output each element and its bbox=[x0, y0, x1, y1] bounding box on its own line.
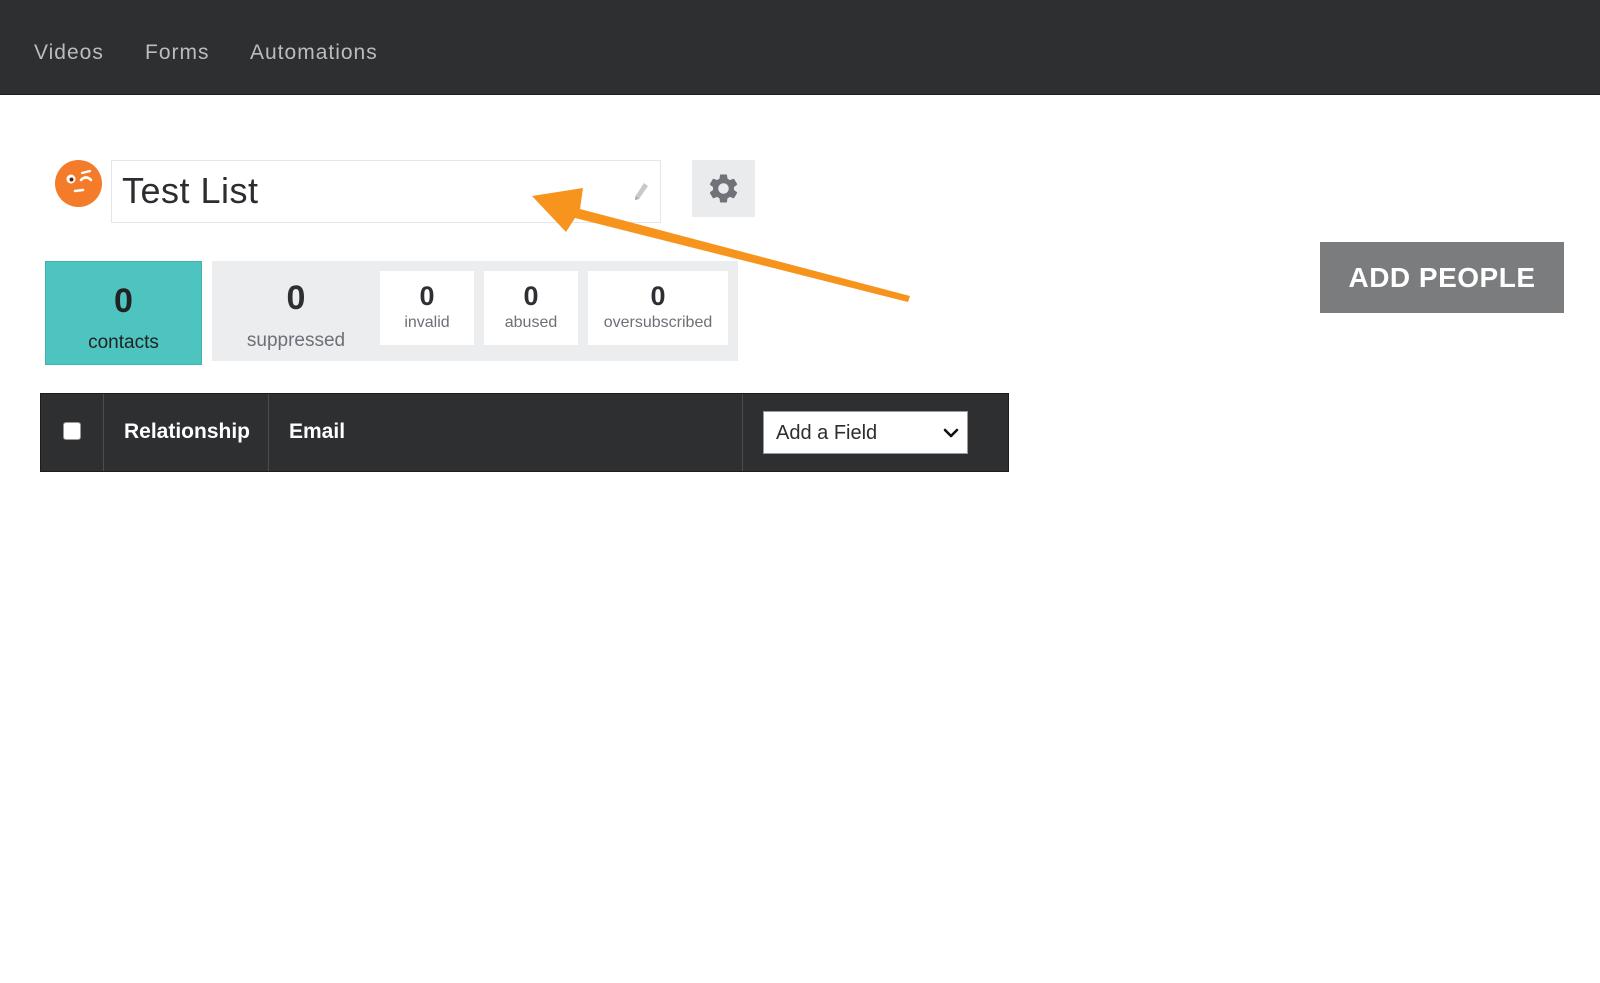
stat-suppressed[interactable]: 0 suppressed bbox=[212, 261, 380, 361]
nav-item-automations[interactable]: Automations bbox=[250, 41, 378, 65]
add-people-button[interactable]: ADD PEOPLE bbox=[1320, 242, 1564, 313]
gear-icon bbox=[709, 174, 738, 203]
contacts-label: contacts bbox=[88, 332, 159, 353]
chevron-down-icon bbox=[943, 428, 959, 438]
column-label-email: Email bbox=[289, 420, 346, 443]
nav-item-videos[interactable]: Videos bbox=[34, 41, 104, 65]
stat-oversubscribed[interactable]: 0 oversubscribed bbox=[588, 271, 728, 345]
settings-button[interactable] bbox=[692, 160, 755, 217]
invalid-label: invalid bbox=[404, 314, 450, 331]
oversubscribed-label: oversubscribed bbox=[603, 314, 713, 331]
invalid-count: 0 bbox=[419, 281, 435, 311]
suppressed-count: 0 bbox=[286, 279, 306, 317]
top-nav: Videos Forms Automations bbox=[0, 0, 1600, 95]
contacts-count: 0 bbox=[114, 282, 133, 320]
add-field-select[interactable]: Add a Field bbox=[763, 411, 968, 454]
list-title-field[interactable]: Test List bbox=[111, 160, 661, 223]
nav-item-forms[interactable]: Forms bbox=[145, 41, 210, 65]
list-title: Test List bbox=[122, 170, 259, 211]
abused-count: 0 bbox=[523, 281, 539, 311]
select-all-checkbox[interactable] bbox=[63, 422, 81, 440]
winking-face-icon bbox=[55, 160, 102, 207]
pencil-icon[interactable] bbox=[632, 181, 650, 203]
add-field-selected-value: Add a Field bbox=[776, 422, 878, 444]
table-header: Relationship Email Add a Field bbox=[40, 393, 1009, 472]
oversubscribed-count: 0 bbox=[650, 281, 666, 311]
column-header-relationship[interactable]: Relationship bbox=[104, 394, 269, 471]
stat-abused[interactable]: 0 abused bbox=[484, 271, 578, 345]
suppressed-label: suppressed bbox=[246, 330, 346, 351]
select-all-column bbox=[41, 394, 104, 471]
stat-contacts[interactable]: 0 contacts bbox=[45, 261, 202, 365]
stat-group: 0 suppressed 0 invalid 0 abused 0 oversu… bbox=[212, 261, 738, 361]
column-label-relationship: Relationship bbox=[124, 420, 251, 443]
abused-label: abused bbox=[504, 314, 558, 331]
arrow-icon bbox=[532, 188, 910, 302]
stat-invalid[interactable]: 0 invalid bbox=[380, 271, 474, 345]
column-header-email[interactable]: Email bbox=[269, 394, 743, 471]
